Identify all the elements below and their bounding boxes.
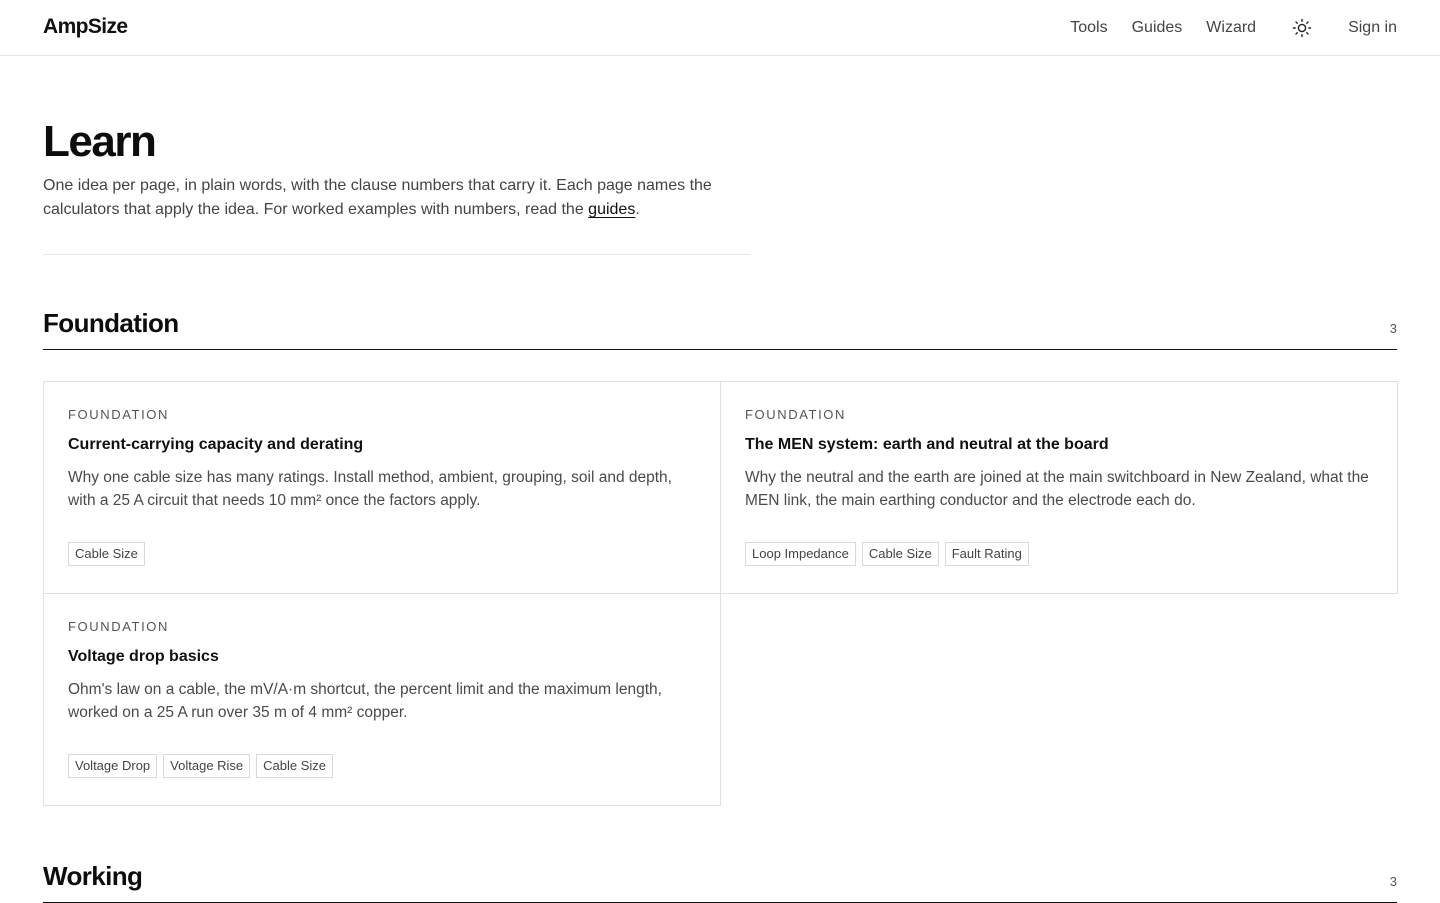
card-category: FOUNDATION <box>68 619 169 634</box>
card-category: FOUNDATION <box>68 407 169 422</box>
card-description: Ohm's law on a cable, the mV/A·m shortcu… <box>68 681 662 721</box>
card-title[interactable]: Current-carrying capacity and derating <box>68 436 696 454</box>
section-header: Foundation 3 <box>43 307 1397 350</box>
card-men-system[interactable]: FOUNDATION The MEN system: earth and neu… <box>720 381 1398 594</box>
card-tags: Voltage Drop Voltage Rise Cable Size <box>68 754 696 778</box>
section-count: 3 <box>1389 321 1397 336</box>
guides-link[interactable]: guides <box>588 201 635 218</box>
logo[interactable]: AmpSize <box>43 15 128 39</box>
card-title[interactable]: Voltage drop basics <box>68 648 696 666</box>
main-content: Learn One idea per page, in plain words,… <box>43 56 1398 903</box>
section-foundation: Foundation 3 FOUNDATION Current-carrying… <box>43 307 1398 806</box>
intro-divider <box>43 254 750 255</box>
card-title[interactable]: The MEN system: earth and neutral at the… <box>745 436 1373 454</box>
card-description: Why one cable size has many ratings. Ins… <box>68 469 672 509</box>
nav-guides[interactable]: Guides <box>1132 19 1183 37</box>
tag-fault-rating[interactable]: Fault Rating <box>944 542 1029 566</box>
card-description: Why the neutral and the earth are joined… <box>745 469 1369 509</box>
section-title: Working <box>43 861 143 891</box>
card-current-carrying-capacity[interactable]: FOUNDATION Current-carrying capacity and… <box>43 381 721 594</box>
intro-text: One idea per page, in plain words, with … <box>43 174 743 222</box>
tag-cable-size[interactable]: Cable Size <box>68 542 145 566</box>
sun-icon <box>1292 18 1312 37</box>
tag-loop-impedance[interactable]: Loop Impedance <box>745 542 856 566</box>
theme-toggle-button[interactable] <box>1292 18 1312 38</box>
card-grid: FOUNDATION Current-carrying capacity and… <box>43 381 1398 806</box>
tag-cable-size[interactable]: Cable Size <box>256 754 334 778</box>
page-title: Learn <box>43 117 157 166</box>
nav-tools[interactable]: Tools <box>1070 19 1107 37</box>
tag-voltage-drop[interactable]: Voltage Drop <box>68 754 158 778</box>
card-voltage-drop-basics[interactable]: FOUNDATION Voltage drop basics Ohm's law… <box>43 593 721 806</box>
top-bar: AmpSize Tools Guides Wizard Sign in <box>0 0 1440 56</box>
section-count: 3 <box>1389 874 1397 889</box>
tag-cable-size[interactable]: Cable Size <box>861 542 939 566</box>
card-tags: Cable Size <box>68 542 696 566</box>
section-working: Working 3 <box>43 860 1397 903</box>
section-title: Foundation <box>43 308 179 338</box>
card-category: FOUNDATION <box>745 407 846 422</box>
nav-wizard[interactable]: Wizard <box>1206 19 1256 37</box>
main-nav: Tools Guides Wizard Sign in <box>1046 0 1397 55</box>
card-tags: Loop Impedance Cable Size Fault Rating <box>745 542 1373 566</box>
tag-voltage-rise[interactable]: Voltage Rise <box>163 754 251 778</box>
section-header: Working 3 <box>43 860 1397 903</box>
intro-end: . <box>635 201 640 218</box>
sign-in-link[interactable]: Sign in <box>1348 19 1397 37</box>
